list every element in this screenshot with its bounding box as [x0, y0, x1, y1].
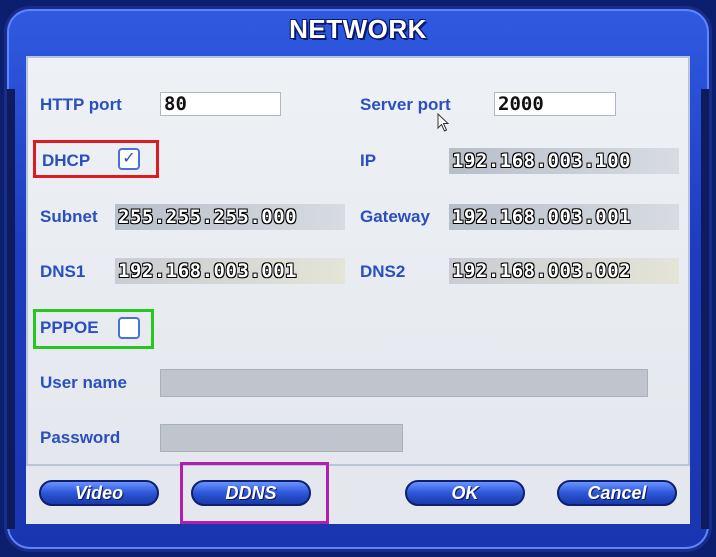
- video-button[interactable]: Video: [39, 480, 159, 506]
- dns1-label: DNS1: [40, 262, 86, 281]
- subnet-field[interactable]: 255.255.255.000: [115, 204, 345, 230]
- dns2-label: DNS2: [360, 262, 406, 281]
- subnet-label: Subnet: [40, 207, 98, 226]
- server-port-input[interactable]: 2000: [494, 92, 616, 116]
- dns2-field[interactable]: 192.168.003.002: [449, 258, 679, 284]
- dhcp-highlight-box: [33, 140, 159, 178]
- ip-field[interactable]: 192.168.003.100: [449, 148, 679, 174]
- server-port-label: Server port: [360, 95, 451, 114]
- ip-label: IP: [360, 151, 377, 170]
- password-label: Password: [40, 428, 121, 447]
- mouse-cursor-icon: [437, 113, 450, 132]
- cancel-button[interactable]: Cancel: [557, 480, 677, 506]
- frame-edge-right: [701, 89, 709, 529]
- user-name-input[interactable]: [160, 369, 648, 397]
- password-input[interactable]: [160, 424, 403, 452]
- ok-button[interactable]: OK: [405, 480, 525, 506]
- dns1-field[interactable]: 192.168.003.001: [115, 258, 345, 284]
- dialog-title: NETWORK: [289, 14, 427, 44]
- gateway-label: Gateway: [360, 207, 430, 226]
- ddns-highlight-box: [180, 462, 329, 524]
- http-port-input[interactable]: 80: [160, 92, 281, 116]
- user-name-label: User name: [40, 373, 127, 392]
- frame-edge-left: [7, 89, 15, 529]
- pppoe-highlight-box: [33, 309, 154, 349]
- gateway-field[interactable]: 192.168.003.001: [449, 204, 679, 230]
- http-port-label: HTTP port: [40, 95, 122, 114]
